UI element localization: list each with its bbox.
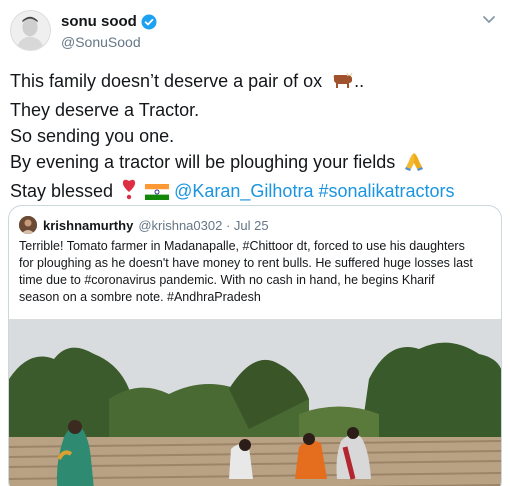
tweet-line-2: They deserve a Tractor. <box>10 100 200 120</box>
quoted-tweet[interactable]: krishnamurthy @krishna0302 · Jul 25 Terr… <box>8 205 502 486</box>
heart-exclamation-emoji <box>121 178 137 207</box>
verified-badge-icon <box>141 14 157 30</box>
mention-link[interactable]: @Karan_Gilhotra <box>174 181 313 201</box>
quoted-line: Terrible! Tomato farmer in Madanapalle, … <box>19 239 465 253</box>
tweet-line-1-tail: .. <box>354 71 365 91</box>
quoted-line: time due to #coronavirus pandemic. With … <box>19 273 435 287</box>
tweet-line-4: By evening a tractor will be ploughing y… <box>10 152 396 172</box>
ox-emoji <box>330 71 354 97</box>
hashtag-link[interactable]: #sonalikatractors <box>318 181 454 201</box>
author-handle[interactable]: @SonuSood <box>61 34 157 50</box>
tweet-line-3: So sending you one. <box>10 126 175 146</box>
folded-hands-emoji <box>403 151 425 178</box>
author-avatar[interactable] <box>10 10 51 51</box>
author-display-name[interactable]: sonu sood <box>61 13 137 30</box>
author-block: sonu sood @SonuSood <box>61 12 157 50</box>
tweet-line-1: This family doesn’t deserve a pair of ox <box>10 71 323 91</box>
quoted-author-name: krishnamurthy <box>43 217 134 233</box>
quoted-tweet-text: Terrible! Tomato farmer in Madanapalle, … <box>19 238 497 306</box>
quoted-line: season on a sombre note. #AndhraPradesh <box>19 290 261 304</box>
quoted-line: for ploughing as he doesn't have money t… <box>19 256 473 270</box>
quoted-media-image[interactable] <box>9 319 501 486</box>
tweet-text: This family doesn’t deserve a pair of ox… <box>10 68 502 207</box>
india-flag-emoji <box>145 181 170 207</box>
quoted-author-avatar <box>19 216 37 234</box>
quoted-author-handle-date: @krishna0302 · Jul 25 <box>138 217 269 233</box>
tweet-card: sonu sood @SonuSood This family doesn’t … <box>0 0 510 486</box>
chevron-down-icon[interactable] <box>482 15 496 25</box>
tweet-line-5: Stay blessed <box>10 181 114 201</box>
